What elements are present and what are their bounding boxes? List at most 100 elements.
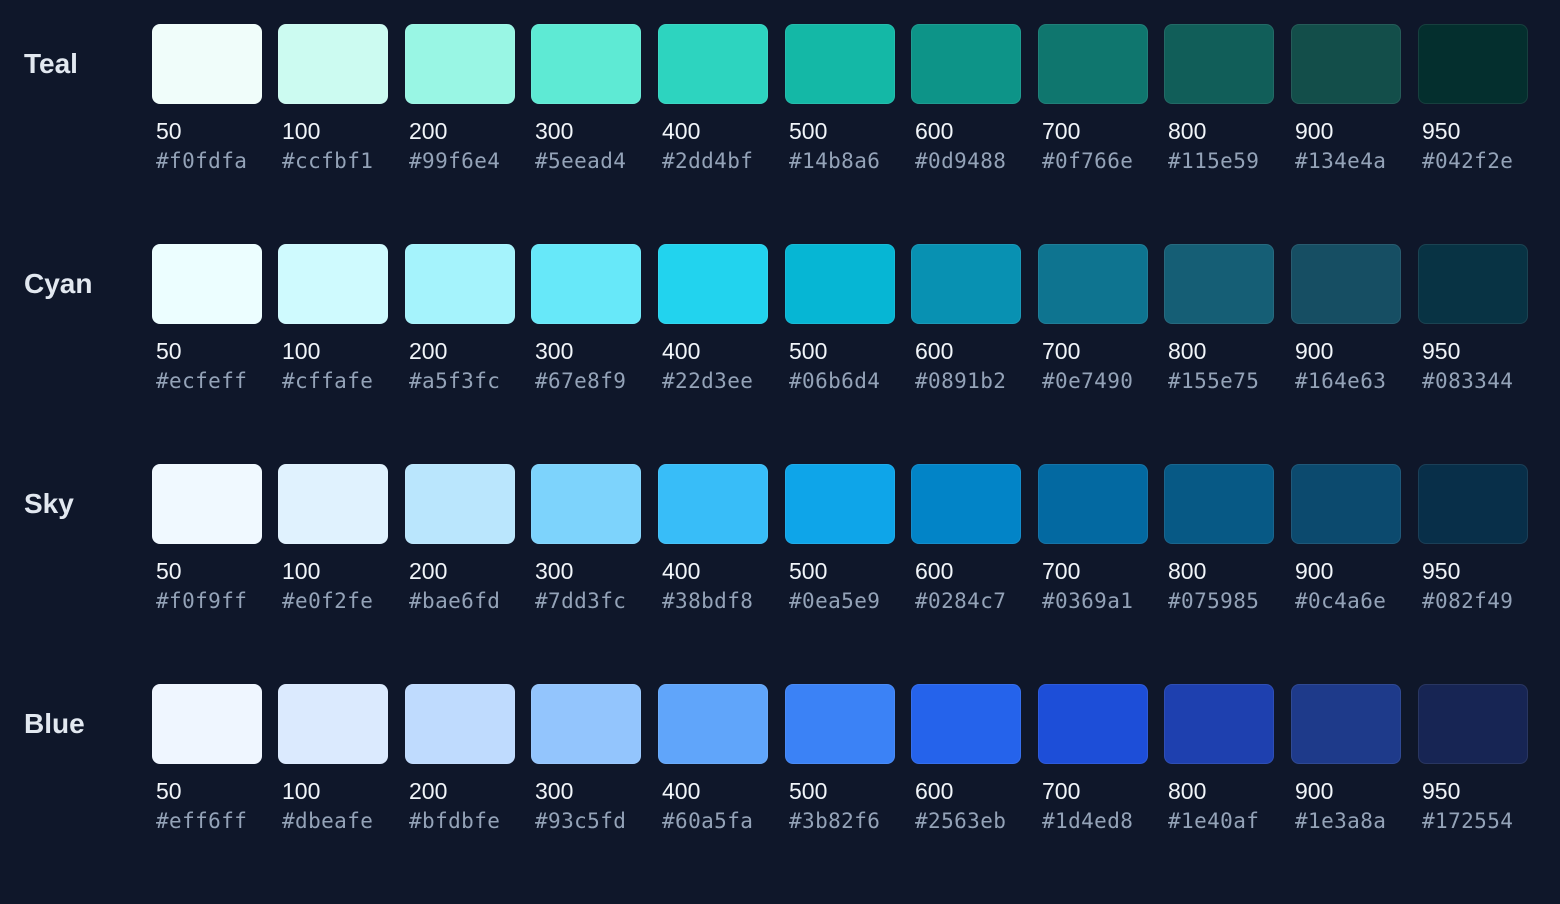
shade-label: 500 bbox=[789, 118, 828, 144]
color-chip[interactable] bbox=[911, 244, 1021, 324]
swatch[interactable]: 900 #164e63 bbox=[1291, 244, 1401, 394]
color-chip[interactable] bbox=[1164, 24, 1274, 104]
palette-row-teal: Teal 50 #f0fdfa 100 #ccfbf1 200 #99f6e4 300… bbox=[0, 24, 1560, 244]
palette-row-sky: Sky 50 #f0f9ff 100 #e0f2fe 200 #bae6fd 300 #… bbox=[0, 464, 1560, 684]
color-chip[interactable] bbox=[531, 684, 641, 764]
swatch[interactable]: 400 #22d3ee bbox=[658, 244, 768, 394]
shade-label: 900 bbox=[1295, 118, 1334, 144]
color-chip[interactable] bbox=[1418, 24, 1528, 104]
swatch[interactable]: 300 #67e8f9 bbox=[531, 244, 641, 394]
swatch[interactable]: 800 #075985 bbox=[1164, 464, 1274, 614]
swatch[interactable]: 200 #99f6e4 bbox=[405, 24, 515, 174]
hex-code: #0ea5e9 bbox=[789, 589, 881, 613]
swatch[interactable]: 600 #0d9488 bbox=[911, 24, 1021, 174]
color-chip[interactable] bbox=[911, 464, 1021, 544]
swatch[interactable]: 50 #ecfeff bbox=[152, 244, 262, 394]
color-chip[interactable] bbox=[785, 24, 895, 104]
color-chip[interactable] bbox=[785, 464, 895, 544]
swatch[interactable]: 50 #f0f9ff bbox=[152, 464, 262, 614]
color-chip[interactable] bbox=[1038, 684, 1148, 764]
color-chip[interactable] bbox=[911, 24, 1021, 104]
swatch[interactable]: 900 #134e4a bbox=[1291, 24, 1401, 174]
color-chip[interactable] bbox=[1418, 464, 1528, 544]
swatch[interactable]: 700 #0f766e bbox=[1038, 24, 1148, 174]
color-chip[interactable] bbox=[1291, 24, 1401, 104]
color-chip[interactable] bbox=[405, 24, 515, 104]
color-chip[interactable] bbox=[152, 24, 262, 104]
color-chip[interactable] bbox=[278, 684, 388, 764]
swatch[interactable]: 100 #e0f2fe bbox=[278, 464, 388, 614]
swatch[interactable]: 400 #38bdf8 bbox=[658, 464, 768, 614]
swatch[interactable]: 800 #155e75 bbox=[1164, 244, 1274, 394]
swatch[interactable]: 600 #0284c7 bbox=[911, 464, 1021, 614]
color-chip[interactable] bbox=[658, 684, 768, 764]
swatch[interactable]: 300 #5eead4 bbox=[531, 24, 641, 174]
swatch[interactable]: 100 #ccfbf1 bbox=[278, 24, 388, 174]
color-chip[interactable] bbox=[531, 464, 641, 544]
color-chip[interactable] bbox=[1164, 684, 1274, 764]
swatch[interactable]: 400 #60a5fa bbox=[658, 684, 768, 834]
swatch[interactable]: 500 #0ea5e9 bbox=[785, 464, 895, 614]
color-chip[interactable] bbox=[658, 464, 768, 544]
color-chip[interactable] bbox=[405, 244, 515, 324]
color-chip[interactable] bbox=[531, 24, 641, 104]
swatch[interactable]: 500 #14b8a6 bbox=[785, 24, 895, 174]
swatch[interactable]: 200 #a5f3fc bbox=[405, 244, 515, 394]
swatch[interactable]: 300 #7dd3fc bbox=[531, 464, 641, 614]
color-chip[interactable] bbox=[1038, 464, 1148, 544]
swatch[interactable]: 200 #bfdbfe bbox=[405, 684, 515, 834]
color-chip[interactable] bbox=[405, 684, 515, 764]
swatch[interactable]: 700 #0e7490 bbox=[1038, 244, 1148, 394]
color-chip[interactable] bbox=[1418, 684, 1528, 764]
color-chip[interactable] bbox=[152, 244, 262, 324]
color-chip[interactable] bbox=[531, 244, 641, 324]
swatch[interactable]: 400 #2dd4bf bbox=[658, 24, 768, 174]
color-chip[interactable] bbox=[785, 684, 895, 764]
shade-label: 700 bbox=[1042, 778, 1081, 804]
swatch[interactable]: 200 #bae6fd bbox=[405, 464, 515, 614]
palette-row-cyan: Cyan 50 #ecfeff 100 #cffafe 200 #a5f3fc 300… bbox=[0, 244, 1560, 464]
swatch[interactable]: 950 #082f49 bbox=[1418, 464, 1528, 614]
swatch[interactable]: 300 #93c5fd bbox=[531, 684, 641, 834]
swatch[interactable]: 50 #eff6ff bbox=[152, 684, 262, 834]
color-chip[interactable] bbox=[1038, 24, 1148, 104]
shade-label: 200 bbox=[409, 778, 448, 804]
swatch[interactable]: 600 #0891b2 bbox=[911, 244, 1021, 394]
swatch[interactable]: 600 #2563eb bbox=[911, 684, 1021, 834]
color-chip[interactable] bbox=[1164, 244, 1274, 324]
swatch[interactable]: 900 #0c4a6e bbox=[1291, 464, 1401, 614]
color-chip[interactable] bbox=[278, 464, 388, 544]
color-chip[interactable] bbox=[152, 464, 262, 544]
swatch[interactable]: 500 #06b6d4 bbox=[785, 244, 895, 394]
color-chip[interactable] bbox=[405, 464, 515, 544]
color-chip[interactable] bbox=[658, 244, 768, 324]
swatch[interactable]: 100 #dbeafe bbox=[278, 684, 388, 834]
color-chip[interactable] bbox=[911, 684, 1021, 764]
swatch[interactable]: 50 #f0fdfa bbox=[152, 24, 262, 174]
swatch[interactable]: 800 #1e40af bbox=[1164, 684, 1274, 834]
swatch[interactable]: 700 #1d4ed8 bbox=[1038, 684, 1148, 834]
color-chip[interactable] bbox=[1038, 244, 1148, 324]
color-chip[interactable] bbox=[658, 24, 768, 104]
hex-code: #f0f9ff bbox=[156, 589, 248, 613]
swatch[interactable]: 100 #cffafe bbox=[278, 244, 388, 394]
color-chip[interactable] bbox=[1291, 684, 1401, 764]
swatch[interactable]: 500 #3b82f6 bbox=[785, 684, 895, 834]
swatch[interactable]: 950 #172554 bbox=[1418, 684, 1528, 834]
color-chip[interactable] bbox=[278, 24, 388, 104]
color-chip[interactable] bbox=[278, 244, 388, 324]
color-chip[interactable] bbox=[1164, 464, 1274, 544]
swatch[interactable]: 800 #115e59 bbox=[1164, 24, 1274, 174]
color-chip[interactable] bbox=[785, 244, 895, 324]
shade-label: 200 bbox=[409, 338, 448, 364]
hex-code: #2dd4bf bbox=[662, 149, 754, 173]
swatch[interactable]: 700 #0369a1 bbox=[1038, 464, 1148, 614]
color-chip[interactable] bbox=[1418, 244, 1528, 324]
color-chip[interactable] bbox=[1291, 244, 1401, 324]
shade-label: 800 bbox=[1168, 118, 1207, 144]
swatch[interactable]: 950 #083344 bbox=[1418, 244, 1528, 394]
color-chip[interactable] bbox=[152, 684, 262, 764]
swatch[interactable]: 900 #1e3a8a bbox=[1291, 684, 1401, 834]
swatch[interactable]: 950 #042f2e bbox=[1418, 24, 1528, 174]
color-chip[interactable] bbox=[1291, 464, 1401, 544]
